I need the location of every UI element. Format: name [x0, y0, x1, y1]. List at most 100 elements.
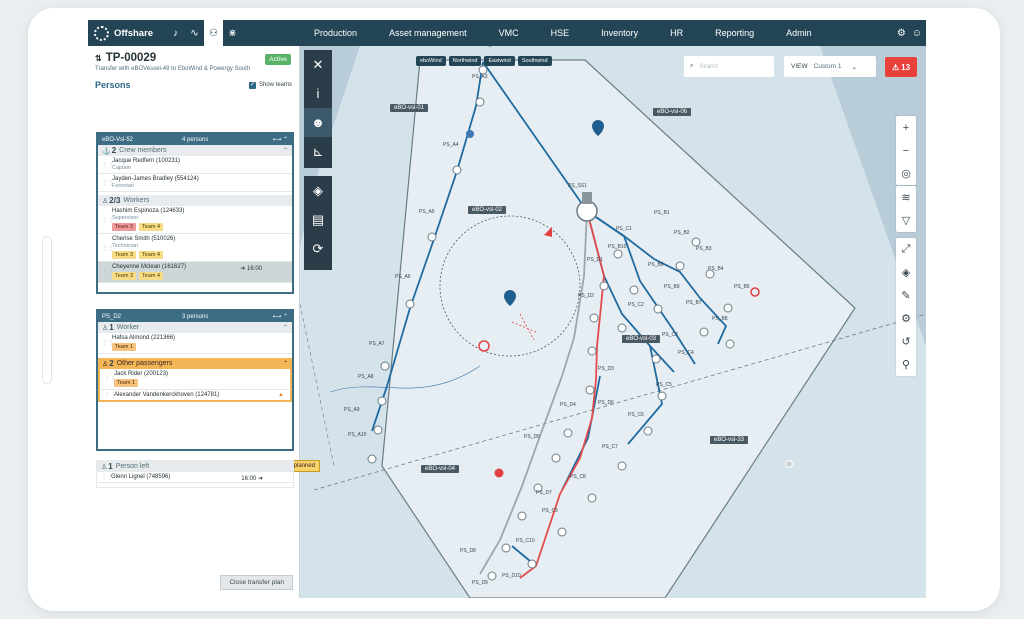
person-row[interactable]: ⋮⋮ Glenn Lignel (748596) 16:00 ➜ — [97, 472, 293, 483]
document-icon[interactable]: ▤ — [304, 205, 332, 234]
settings-icon[interactable]: ⚙ — [896, 307, 916, 330]
expand-toggle-icon[interactable]: ⟷ ⌃ — [273, 313, 288, 320]
network-icon[interactable]: ⋇ — [223, 20, 242, 46]
warning-icon[interactable]: ▲ — [278, 392, 284, 398]
group-count: 2 — [109, 359, 114, 368]
close-icon[interactable]: ✕ — [304, 50, 332, 79]
group-header-other-passengers[interactable]: ♙ 2 Other passengers ⌃ — [98, 358, 292, 369]
person-row[interactable]: ⋮⋮ Jayden-James Bradley (554124) Foreman — [98, 174, 292, 192]
vessel-label[interactable]: eBO-vsl-02 — [468, 206, 507, 214]
person-route-icon[interactable]: ⚲ — [896, 353, 916, 376]
menu-inventory[interactable]: Inventory — [585, 28, 654, 38]
group-header-worker[interactable]: ♙ 1 Worker ⌃ — [98, 322, 292, 333]
person-row[interactable]: ⋮⋮ Jack Rider (200123) Team 1 — [98, 369, 292, 390]
drag-handle-icon[interactable]: ⋮⋮ — [102, 269, 114, 276]
person-row[interactable]: ⋮⋮ Hashim Espinoza (124633) Supervisor T… — [98, 206, 292, 234]
vessel-label[interactable]: eBO-vsl-03 — [622, 335, 661, 343]
map-area[interactable] — [299, 46, 926, 598]
alarm-button[interactable]: ⚠ 13 — [885, 57, 917, 77]
layers-icon[interactable]: ≋ — [896, 186, 916, 209]
team-tag: Team 3 — [112, 272, 137, 280]
drag-handle-icon[interactable]: ⋮⋮ — [102, 216, 114, 223]
vessel-header[interactable]: PS_D2 3 persons ⟷ ⌃ — [98, 311, 292, 322]
target-icon[interactable]: ◈ — [304, 176, 332, 205]
group-header-person-left[interactable]: ♙ 1 Person left — [97, 461, 293, 472]
checkbox-checked-icon[interactable]: ✓ — [248, 81, 256, 89]
drag-handle-icon[interactable]: ⋮⋮ — [102, 340, 114, 347]
pencil-icon[interactable]: ✎ — [896, 284, 916, 307]
person-row-selected[interactable]: ⋮⋮ Cheyenne Mclean (161627) ➜ 16:00 Team… — [98, 262, 292, 283]
app-logo[interactable]: Offshare — [88, 25, 166, 41]
locate-icon[interactable]: ◈ — [896, 261, 916, 284]
filter-icon[interactable]: ▽ — [896, 209, 916, 232]
drag-handle-icon[interactable]: ⋮⋮ — [104, 376, 116, 383]
chip-ebowind[interactable]: eboWind — [416, 56, 446, 66]
menu-admin[interactable]: Admin — [770, 28, 828, 38]
vessel-label[interactable]: eBO-vsl-33 — [710, 436, 749, 444]
menu-asset-management[interactable]: Asset management — [373, 28, 483, 38]
chevron-up-icon[interactable]: ⌃ — [283, 360, 288, 367]
person-row[interactable]: ⋮⋮ Jacque Redfern (100231) Captain — [98, 156, 292, 174]
team-tag: Team 4 — [139, 223, 164, 231]
drag-handle-icon[interactable]: ⋮⋮ — [102, 161, 114, 168]
person-row[interactable]: ⋮⋮ Hafsa Almond (221366) Team 1 — [98, 333, 292, 354]
drag-handle-icon[interactable]: ⋮⋮ — [102, 179, 114, 186]
chip-eastwind[interactable]: Eastwind — [484, 56, 515, 66]
vessel-label[interactable]: eBO-vsl-06 — [653, 108, 692, 116]
person-row[interactable]: ⋮⋮ Alexander Vandenkerckhoven (124781) ▲ — [98, 390, 292, 402]
people-icon[interactable]: ⚇ — [204, 20, 223, 46]
compass-icon[interactable]: ◎ — [896, 162, 916, 185]
chip-southwind[interactable]: Southwind — [517, 56, 552, 66]
drag-handle-icon[interactable]: ⋮⋮ — [101, 474, 113, 481]
map-search[interactable]: ⌕ Search — [684, 56, 774, 77]
drag-handle-icon[interactable]: ⋮⋮ — [104, 392, 116, 399]
view-label: VIEW — [791, 63, 808, 70]
pulse-icon[interactable]: ∿ — [185, 20, 204, 46]
menu-production[interactable]: Production — [298, 28, 373, 38]
view-selector[interactable]: VIEW Custom 1 ⌄ — [784, 56, 876, 77]
ps-label: PS_C9 — [542, 508, 558, 514]
expand-toggle-icon[interactable]: ⟷ ⌃ — [273, 136, 288, 143]
group-header-crew[interactable]: ⚓ 2 Crew members ⌃ — [98, 145, 292, 156]
close-transfer-plan-button[interactable]: Close transfer plan — [220, 575, 293, 590]
vessel-person-count: 3 persons — [182, 313, 209, 320]
refresh-icon[interactable]: ⟳ — [304, 234, 332, 263]
persons-icon[interactable]: ☻ — [304, 108, 332, 137]
ps-label: PS_C4 — [678, 350, 694, 356]
vessel-label[interactable]: eBO-vsl-01 — [390, 104, 429, 112]
person-name: Hafsa Almond (221366) — [112, 335, 176, 341]
fullscreen-icon[interactable]: ⤢ — [896, 238, 916, 261]
person-left-card: ♙ 1 Person left ⋮⋮ Glenn Lignel (748596)… — [96, 460, 294, 488]
info-icon[interactable]: i — [304, 79, 332, 108]
vessel-header[interactable]: eBO-Vsl-52 4 persons ⟷ ⌃ — [98, 134, 292, 145]
gear-icon[interactable]: ⚙ — [897, 28, 906, 39]
zoom-in-icon[interactable]: + — [896, 116, 916, 139]
top-navigation: Offshare ♪ ∿ ⚇ ⋇ Production Asset manage… — [88, 20, 926, 46]
history-icon[interactable]: ↺ — [896, 330, 916, 353]
search-input[interactable]: Search — [699, 64, 718, 70]
vessel-label[interactable]: eBO-vsl-04 — [421, 465, 460, 473]
chevron-up-icon[interactable]: ⌃ — [283, 324, 288, 331]
menu-reporting[interactable]: Reporting — [699, 28, 770, 38]
ps-label: PS_D6 — [598, 400, 614, 406]
chart-icon[interactable]: ⊾ — [304, 137, 332, 166]
drag-handle-icon[interactable]: ⋮⋮ — [102, 244, 114, 251]
nav-right: ⚙ ☺ — [897, 20, 922, 46]
bell-icon[interactable]: ♪ — [166, 20, 185, 46]
menu-hse[interactable]: HSE — [535, 28, 586, 38]
team-tag: Team 2 — [112, 223, 137, 231]
group-header-workers[interactable]: ♙ 2/3 Workers — [98, 195, 292, 206]
menu-vmc[interactable]: VMC — [483, 28, 535, 38]
worker-icon: ♙ — [102, 360, 109, 368]
zoom-toolbar: + − ◎ — [896, 116, 916, 185]
zoom-out-icon[interactable]: − — [896, 139, 916, 162]
show-teams-toggle[interactable]: ✓ Show teams — [248, 81, 292, 89]
chip-northwind[interactable]: Northwind — [448, 56, 482, 66]
person-row[interactable]: ⋮⋮ Cherise Smith (510026) Technician Tea… — [98, 234, 292, 262]
menu-hr[interactable]: HR — [654, 28, 699, 38]
ps-label: PS_C2 — [628, 302, 644, 308]
user-icon[interactable]: ☺ — [912, 28, 922, 39]
chevron-up-icon[interactable]: ⌃ — [283, 147, 288, 154]
anchor-icon: ⚓ — [102, 147, 111, 155]
ps-label: PS_A6 — [395, 274, 411, 280]
